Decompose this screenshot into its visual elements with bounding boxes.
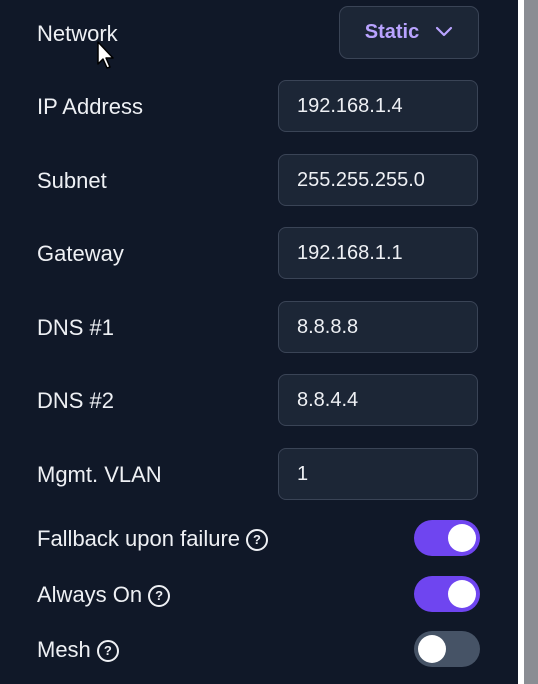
ip-address-label: IP Address (37, 94, 143, 119)
toggle-knob (418, 635, 446, 663)
fallback-label: Fallback upon failure (37, 526, 241, 551)
mgmt-vlan-field[interactable]: 1 (278, 448, 478, 500)
ip-address-field[interactable]: 192.168.1.4 (278, 80, 478, 132)
fallback-row-label: Fallback upon failure? (37, 526, 269, 552)
subnet-label: Subnet (37, 168, 107, 193)
dns1-field[interactable]: 8.8.8.8 (278, 301, 478, 353)
gateway-field[interactable]: 192.168.1.1 (278, 227, 478, 279)
toggle-knob (448, 580, 476, 608)
dns2-label: DNS #2 (37, 388, 115, 413)
scrollbar-thumb[interactable] (524, 0, 538, 684)
always-on-label: Always On (37, 582, 143, 607)
mesh-label: Mesh (37, 637, 91, 662)
mesh-toggle[interactable] (414, 631, 480, 667)
help-icon[interactable]: ? (246, 529, 269, 551)
fallback-toggle[interactable] (414, 520, 480, 556)
network-mode-value: Static (364, 21, 420, 43)
dns2-field[interactable]: 8.8.4.4 (278, 374, 478, 426)
dns1-label: DNS #1 (37, 315, 115, 340)
network-mode-select[interactable]: Static (339, 6, 479, 59)
mgmt-vlan-label: Mgmt. VLAN (37, 462, 162, 487)
always-on-row-label: Always On? (37, 582, 171, 608)
subnet-field[interactable]: 255.255.255.0 (278, 154, 478, 206)
mouse-pointer-icon (96, 40, 116, 75)
chevron-down-icon (435, 21, 453, 44)
toggle-knob (448, 524, 476, 552)
always-on-toggle[interactable] (414, 576, 480, 612)
help-icon[interactable]: ? (148, 585, 171, 607)
help-icon[interactable]: ? (96, 640, 119, 662)
gateway-label: Gateway (37, 241, 124, 266)
mesh-row-label: Mesh? (37, 637, 119, 663)
